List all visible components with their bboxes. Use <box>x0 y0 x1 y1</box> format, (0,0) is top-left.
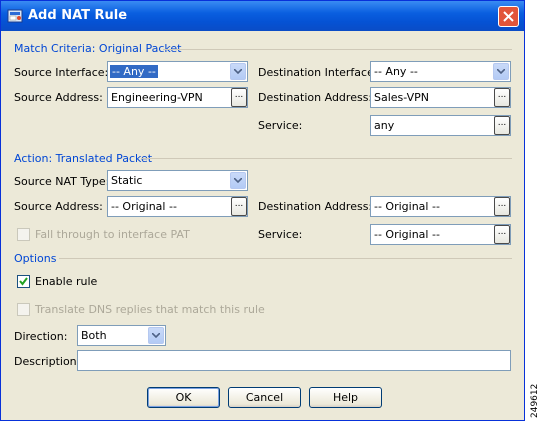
source-interface-select[interactable]: -- Any -- <box>107 61 248 82</box>
dropdown-arrow-icon[interactable] <box>230 172 246 189</box>
match-criteria-section-title: Match Criteria: Original Packet <box>14 42 182 55</box>
dropdown-arrow-icon[interactable] <box>148 327 164 344</box>
service-field[interactable]: any <box>370 115 511 136</box>
direction-select[interactable]: Both <box>77 325 166 346</box>
translated-source-address-browse-button[interactable]: ... <box>231 197 247 216</box>
figure-id-text: 249612 <box>530 384 539 418</box>
source-address-value: Engineering-VPN <box>111 91 203 104</box>
destination-address-field[interactable]: Sales-VPN <box>370 87 511 108</box>
destination-address-value: Sales-VPN <box>374 91 429 104</box>
add-nat-rule-dialog: Add NAT Rule Match Criteria: Original Pa… <box>0 0 525 421</box>
figure-id: 249612 <box>527 372 539 418</box>
translated-destination-address-field[interactable]: -- Original -- <box>370 196 511 217</box>
ok-button[interactable]: OK <box>147 387 220 408</box>
checkmark-icon <box>19 277 28 286</box>
translated-destination-address-value: -- Original -- <box>374 200 440 213</box>
direction-label: Direction: <box>14 330 68 343</box>
destination-address-label: Destination Address: <box>258 91 373 104</box>
direction-value: Both <box>81 329 107 342</box>
dropdown-arrow-icon[interactable] <box>493 63 509 80</box>
source-nat-type-value: Static <box>111 174 143 187</box>
destination-address-browse-button[interactable]: ... <box>494 88 510 107</box>
source-interface-value: -- Any -- <box>110 65 158 78</box>
close-icon <box>503 11 514 22</box>
destination-interface-value: -- Any -- <box>374 65 418 78</box>
title-bar[interactable]: Add NAT Rule <box>1 1 524 31</box>
translated-service-browse-button[interactable]: ... <box>494 225 510 244</box>
source-address-label: Source Address: <box>14 91 103 104</box>
close-button[interactable] <box>498 6 519 27</box>
section-divider <box>59 258 512 259</box>
enable-rule-checkbox[interactable] <box>17 275 30 288</box>
section-divider <box>163 49 512 50</box>
description-field[interactable] <box>77 350 511 371</box>
source-address-field[interactable]: Engineering-VPN <box>107 87 248 108</box>
window-title: Add NAT Rule <box>28 8 128 23</box>
destination-interface-label: Destination Interface: <box>258 66 378 79</box>
description-label: Description: <box>14 355 81 368</box>
translated-destination-address-label: Destination Address: <box>258 200 373 213</box>
source-nat-type-label: Source NAT Type: <box>14 175 110 188</box>
translated-service-value: -- Original -- <box>374 228 440 241</box>
translated-source-address-value: -- Original -- <box>111 200 177 213</box>
translated-source-address-label: Source Address: <box>14 200 103 213</box>
translated-source-address-field[interactable]: -- Original -- <box>107 196 248 217</box>
fall-through-label: Fall through to interface PAT <box>35 228 190 241</box>
dropdown-arrow-icon[interactable] <box>230 63 246 80</box>
translated-service-field[interactable]: -- Original -- <box>370 224 511 245</box>
translate-dns-label: Translate DNS replies that match this ru… <box>35 303 265 316</box>
app-icon <box>7 8 23 24</box>
service-browse-button[interactable]: ... <box>494 116 510 135</box>
enable-rule-label: Enable rule <box>35 275 98 288</box>
destination-interface-select[interactable]: -- Any -- <box>370 61 511 82</box>
source-address-browse-button[interactable]: ... <box>231 88 247 107</box>
options-section-title: Options <box>14 252 57 265</box>
source-nat-type-select[interactable]: Static <box>107 170 248 191</box>
section-divider <box>141 158 512 159</box>
translated-service-label: Service: <box>258 228 303 241</box>
service-value: any <box>374 119 395 132</box>
cancel-button[interactable]: Cancel <box>228 387 301 408</box>
source-interface-label: Source Interface: <box>14 66 109 79</box>
action-section-title: Action: Translated Packet <box>14 152 153 165</box>
service-label: Service: <box>258 119 303 132</box>
translated-destination-address-browse-button[interactable]: ... <box>494 197 510 216</box>
fall-through-checkbox[interactable] <box>17 228 30 241</box>
help-button[interactable]: Help <box>309 387 382 408</box>
translate-dns-checkbox[interactable] <box>17 303 30 316</box>
